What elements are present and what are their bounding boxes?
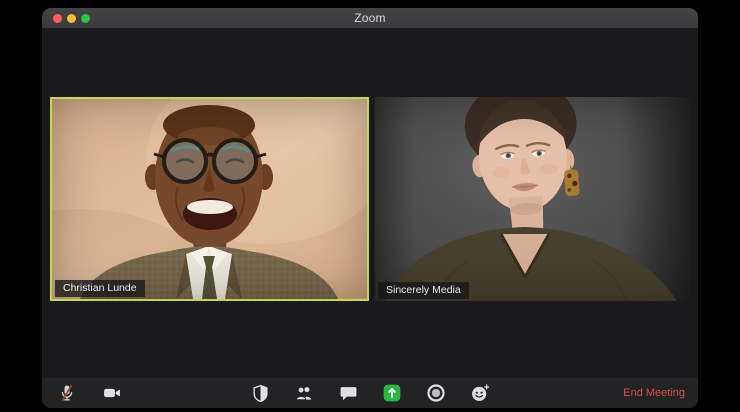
titlebar[interactable]: Zoom — [42, 8, 698, 28]
stop-video-button[interactable] — [102, 383, 122, 403]
toolbar-center-group — [250, 383, 490, 403]
security-button[interactable] — [250, 383, 270, 403]
share-screen-icon — [383, 384, 401, 402]
reactions-icon — [472, 384, 490, 401]
microphone-muted-icon — [61, 384, 73, 402]
participant-name-label: Christian Lunde — [55, 279, 145, 297]
video-camera-icon — [104, 388, 120, 398]
window-title: Zoom — [354, 11, 386, 25]
desktop-background: Zoom Christian Lunde Sincerely Media End… — [0, 0, 740, 412]
traffic-lights — [53, 8, 90, 28]
fullscreen-window-button[interactable] — [81, 13, 90, 23]
record-button[interactable] — [426, 383, 446, 403]
participant-video-feed — [52, 99, 367, 299]
close-window-button[interactable] — [53, 13, 62, 23]
participant-name-label: Sincerely Media — [378, 281, 469, 299]
mute-button[interactable] — [57, 383, 77, 403]
participants-button[interactable] — [294, 383, 314, 403]
zoom-window: Zoom Christian Lunde Sincerely Media End… — [42, 8, 698, 408]
meeting-toolbar: End Meeting — [42, 378, 698, 408]
video-tile-sincerely-media[interactable]: Sincerely Media — [375, 97, 690, 301]
record-icon — [427, 384, 445, 402]
video-gallery: Christian Lunde Sincerely Media — [42, 28, 698, 378]
participant-video-feed — [375, 97, 690, 301]
reactions-button[interactable] — [470, 383, 490, 403]
chat-bubble-icon — [340, 386, 356, 400]
end-meeting-button[interactable]: End Meeting — [623, 378, 685, 408]
chat-button[interactable] — [338, 383, 358, 403]
security-shield-icon — [252, 384, 268, 402]
video-tile-christian-lunde[interactable]: Christian Lunde — [50, 97, 369, 301]
minimize-window-button[interactable] — [67, 13, 76, 23]
participants-icon — [295, 386, 312, 401]
toolbar-left-group — [57, 378, 122, 408]
share-screen-button[interactable] — [382, 383, 402, 403]
